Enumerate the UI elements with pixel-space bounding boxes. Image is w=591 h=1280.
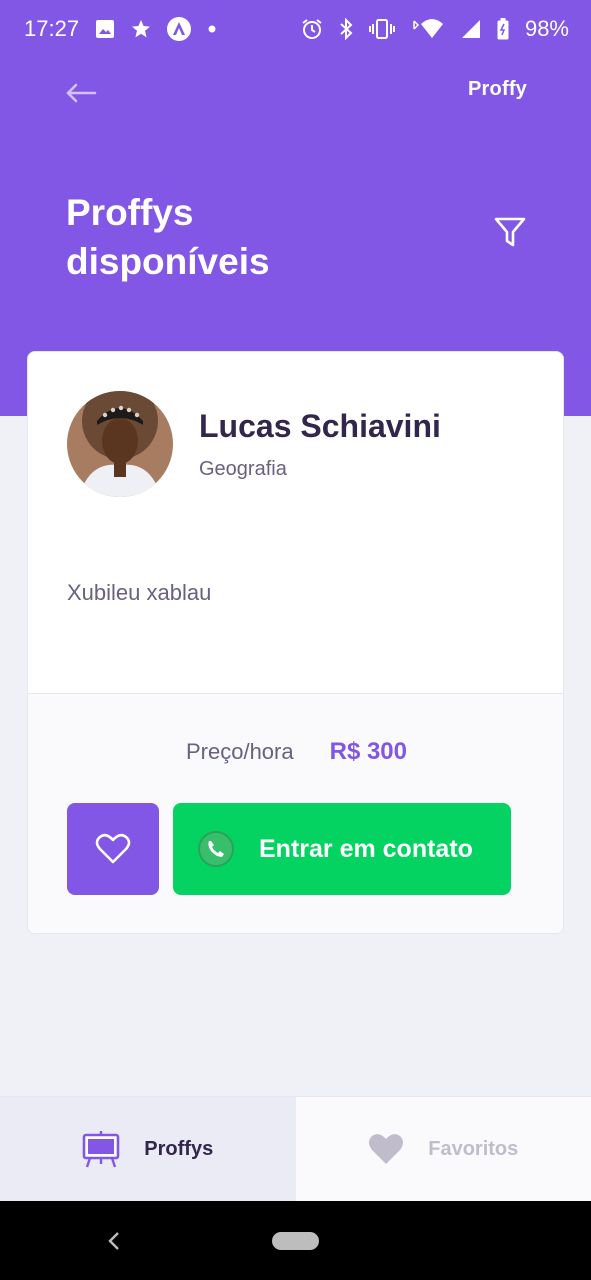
image-icon: [95, 19, 115, 39]
bluetooth-icon: [339, 18, 353, 40]
contact-button[interactable]: Entrar em contato: [173, 803, 511, 895]
teacher-name: Lucas Schiavini: [199, 408, 441, 444]
tab-proffys-label: Proffys: [144, 1137, 214, 1160]
nav-back-button[interactable]: [104, 1229, 124, 1253]
heart-icon: [369, 1134, 404, 1164]
battery-percent: 98%: [524, 16, 569, 41]
tab-proffys[interactable]: Proffys: [0, 1097, 296, 1201]
app-icon: [167, 17, 192, 41]
star-icon: [131, 19, 151, 39]
tab-bar: Proffys Favoritos: [0, 1096, 591, 1201]
favorite-button[interactable]: [67, 803, 159, 895]
tab-favoritos[interactable]: Favoritos: [295, 1097, 591, 1201]
card-footer: Preço/hora R$ 300 Entrar em contato: [28, 693, 563, 933]
whatsapp-icon: [198, 831, 234, 867]
teacher-bio: Xubileu xablau: [67, 580, 212, 605]
signal-icon: [461, 19, 481, 39]
back-button[interactable]: [62, 78, 100, 108]
nav-home-pill[interactable]: [272, 1232, 319, 1250]
contact-button-label: Entrar em contato: [259, 834, 473, 863]
arrow-left-icon: [66, 83, 97, 103]
filter-button[interactable]: [493, 215, 527, 249]
vibrate-icon: [368, 18, 395, 40]
status-time: 17:27: [24, 16, 80, 41]
filter-icon: [494, 217, 526, 247]
battery-icon: [497, 18, 509, 40]
dot-icon: [207, 24, 217, 34]
status-bar-right: 98%: [301, 16, 569, 42]
teacher-subject: Geografia: [199, 458, 287, 480]
alarm-icon: [301, 18, 323, 40]
price-label: Preço/hora: [185, 739, 294, 764]
wifi-icon: [411, 18, 445, 40]
price-row: Preço/hora R$ 300: [28, 738, 563, 766]
status-bar: 17:27 98%: [0, 0, 591, 58]
price-value: R$ 300: [329, 738, 407, 765]
chevron-left-icon: [108, 1232, 119, 1250]
status-bar-left: 17:27: [24, 16, 217, 42]
page-title: Proffys disponíveis: [66, 192, 270, 282]
teacher-card: Lucas Schiavini Geografia Xubileu xablau…: [27, 351, 564, 934]
avatar: [67, 391, 173, 497]
heart-outline-icon: [95, 833, 131, 864]
system-navigation-bar: [0, 1201, 591, 1280]
easel-icon: [82, 1131, 120, 1168]
brand-logo: Proffy: [468, 78, 527, 100]
tab-favoritos-label: Favoritos: [428, 1137, 519, 1160]
